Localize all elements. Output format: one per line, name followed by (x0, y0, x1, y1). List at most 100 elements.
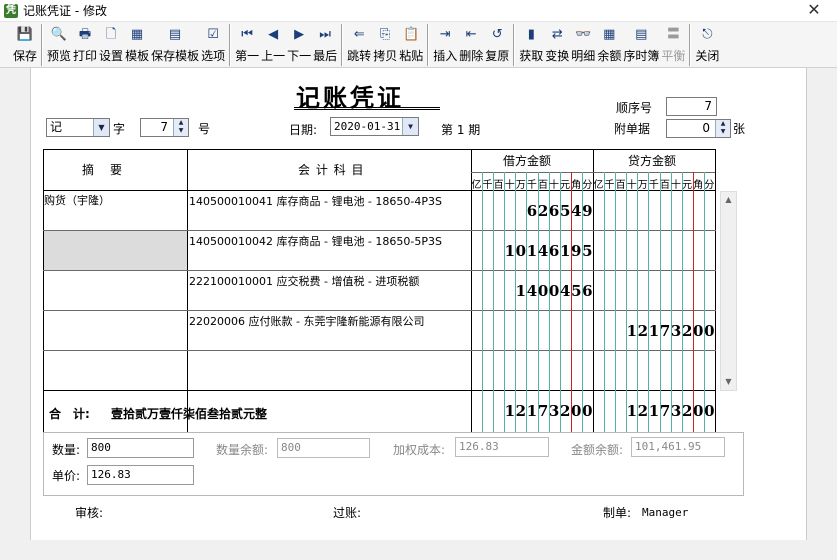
toolbar-button-save[interactable]: 💾 保存 (12, 22, 38, 68)
copy-icon: ⎘ (379, 26, 391, 42)
toolbar-button-exit[interactable]: ⎋ 关闭 (694, 22, 720, 68)
quantity-value: 800 (91, 441, 111, 454)
toolbar-button-fetch[interactable]: ▮ 获取 (518, 22, 544, 68)
toolbar-button-label: 平衡 (661, 49, 686, 63)
voucher-word-select[interactable]: 记 ▼ (46, 118, 110, 137)
toolbar-separator (229, 24, 232, 66)
toolbar-button-save-template[interactable]: ▤ 保存模板 (150, 22, 200, 68)
toolbar-button-insert-row[interactable]: ⇥ 插入 (432, 22, 458, 68)
credit-unit-header: 百 (615, 180, 626, 191)
toolbar-button-template[interactable]: ▦ 模板 (124, 22, 150, 68)
date-picker[interactable]: 2020-01-31 ▼ (330, 117, 419, 136)
digit-divider (671, 172, 672, 433)
toolbar-button-last[interactable]: ⏭ 最后 (312, 22, 338, 68)
attachments-unit: 张 (733, 122, 746, 136)
quantity-field[interactable]: 800 (87, 438, 194, 458)
toolbar-button-first[interactable]: ⏮ 第一 (234, 22, 260, 68)
toolbar-button-balance-check: 〓平衡 (660, 22, 686, 68)
toolbar-button-detail[interactable]: 👓 明细 (570, 22, 596, 68)
toolbar-button-label: 拷贝 (373, 49, 398, 63)
account-column-header: 会 计 科 目 (298, 163, 365, 177)
entry-account-cell: 222100010001 应交税费 - 增值税 - 进项税额 (189, 275, 420, 288)
toolbar-button-label: 余额 (597, 49, 622, 63)
table-scrollbar[interactable]: ▲ ▼ (720, 191, 737, 391)
toolbar-button-label: 最后 (313, 49, 338, 63)
toolbar-button-prev[interactable]: ◀ 上一 (260, 22, 286, 68)
journal-icon: ▤ (635, 26, 648, 42)
sequence-number-field[interactable]: 7 (666, 97, 717, 116)
toolbar-button-preview[interactable]: 🔍 预览 (46, 22, 72, 68)
quantity-label: 数量: (52, 443, 81, 457)
spin-arrows-icon[interactable]: ▲ ▼ (173, 119, 188, 136)
close-window-button[interactable]: ✕ (791, 0, 837, 22)
credit-unit-header: 十 (671, 180, 682, 191)
entry-debit-amount[interactable]: 10146195 (504, 242, 593, 264)
scroll-up-icon[interactable]: ▲ (721, 192, 736, 208)
last-icon: ⏭ (319, 26, 331, 42)
toolbar-button-print[interactable]: 🖶 打印 (72, 22, 98, 68)
toolbar-button-label: 预览 (47, 49, 72, 63)
attachments-stepper[interactable]: 0 ▲ ▼ (666, 119, 731, 138)
digit-divider (482, 172, 483, 433)
toolbar-button-label: 上一 (261, 49, 286, 63)
voucher-number-value: 7 (160, 120, 168, 134)
summary-column-header: 摘 要 (82, 163, 125, 177)
toolbar-button-balance[interactable]: ▦ 余额 (596, 22, 622, 68)
weighted-cost-label: 加权成本: (393, 443, 446, 457)
unit-price-value: 126.83 (91, 468, 131, 481)
toolbar-button-next[interactable]: ▶ 下一 (286, 22, 312, 68)
toolbar-separator (427, 24, 430, 66)
next-icon: ▶ (294, 26, 305, 42)
voucher-word-value: 记 (50, 120, 63, 134)
entry-account-cell: 22020006 应付账款 - 东莞宇隆新能源有限公司 (189, 315, 425, 328)
save-template-icon: ▤ (168, 26, 182, 42)
save-icon: 💾 (16, 26, 34, 42)
credit-unit-header: 千 (604, 180, 615, 191)
weighted-cost-field: 126.83 (455, 437, 549, 457)
toolbar-button-delete-row[interactable]: ⇤ 删除 (458, 22, 484, 68)
toolbar-button-copy[interactable]: ⎘ 拷贝 (372, 22, 398, 68)
quantity-balance-value: 800 (281, 441, 301, 454)
toolbar-separator (513, 24, 516, 66)
voucher-number-stepper[interactable]: 7 ▲ ▼ (140, 118, 189, 137)
review-label: 审核: (75, 506, 104, 520)
digit-divider (648, 172, 649, 433)
entry-debit-amount[interactable]: 626549 (526, 202, 593, 224)
digit-divider (682, 172, 683, 433)
toolbar-button-settings[interactable]: 🗋 设置 (98, 22, 124, 68)
toolbar-group: ⏮ 第一 ◀ 上一 ▶ 下一 ⏭ 最后 (234, 22, 338, 68)
scroll-down-icon[interactable]: ▼ (721, 374, 736, 390)
toolbar-button-label: 模板 (125, 49, 150, 63)
toolbar-button-restore[interactable]: ↺ 复原 (484, 22, 510, 68)
quantity-balance-field: 800 (277, 438, 370, 458)
number-label: 号 (198, 122, 211, 136)
selected-summary-cell[interactable] (44, 231, 187, 270)
entry-summary-cell: 购货（宇隆） (44, 194, 110, 207)
debit-unit-header: 元 (560, 180, 571, 191)
unit-price-field[interactable]: 126.83 (87, 465, 194, 485)
spin-arrows-icon[interactable]: ▲ ▼ (715, 120, 730, 137)
sequence-number-value: 7 (704, 99, 712, 113)
total-label: 合 计: (49, 407, 90, 421)
toolbar-button-label: 插入 (433, 49, 458, 63)
credit-unit-header: 元 (682, 180, 693, 191)
chevron-down-icon: ▼ (93, 119, 109, 136)
toolbar-button-transform[interactable]: ⇄ 变换 (544, 22, 570, 68)
toolbar-button-jump[interactable]: ⇐ 跳转 (346, 22, 372, 68)
entry-credit-amount[interactable]: 12173200 (626, 322, 715, 344)
delete-row-icon: ⇤ (465, 26, 477, 42)
toolbar-button-paste[interactable]: 📋 粘贴 (398, 22, 424, 68)
toolbar-group: ⇥ 插入 ⇤ 删除 ↺ 复原 (432, 22, 510, 68)
total-credit-amount[interactable]: 12173200 (626, 402, 715, 424)
balance-icon: ▦ (603, 26, 616, 42)
entry-account-cell: 140500010042 库存商品 - 锂电池 - 18650-5P3S (189, 235, 442, 248)
entry-debit-amount[interactable]: 1400456 (515, 282, 593, 304)
detail-icon: 👓 (575, 26, 592, 42)
toolbar-button-label: 设置 (99, 49, 124, 63)
toolbar-button-label: 变换 (545, 49, 570, 63)
digit-divider (615, 172, 616, 433)
toolbar-button-journal[interactable]: ▤ 序时簿 (622, 22, 660, 68)
credit-column-header: 贷方金额 (628, 154, 677, 168)
toolbar-button-options[interactable]: ☑ 选项 (200, 22, 226, 68)
total-debit-amount[interactable]: 12173200 (504, 402, 593, 424)
